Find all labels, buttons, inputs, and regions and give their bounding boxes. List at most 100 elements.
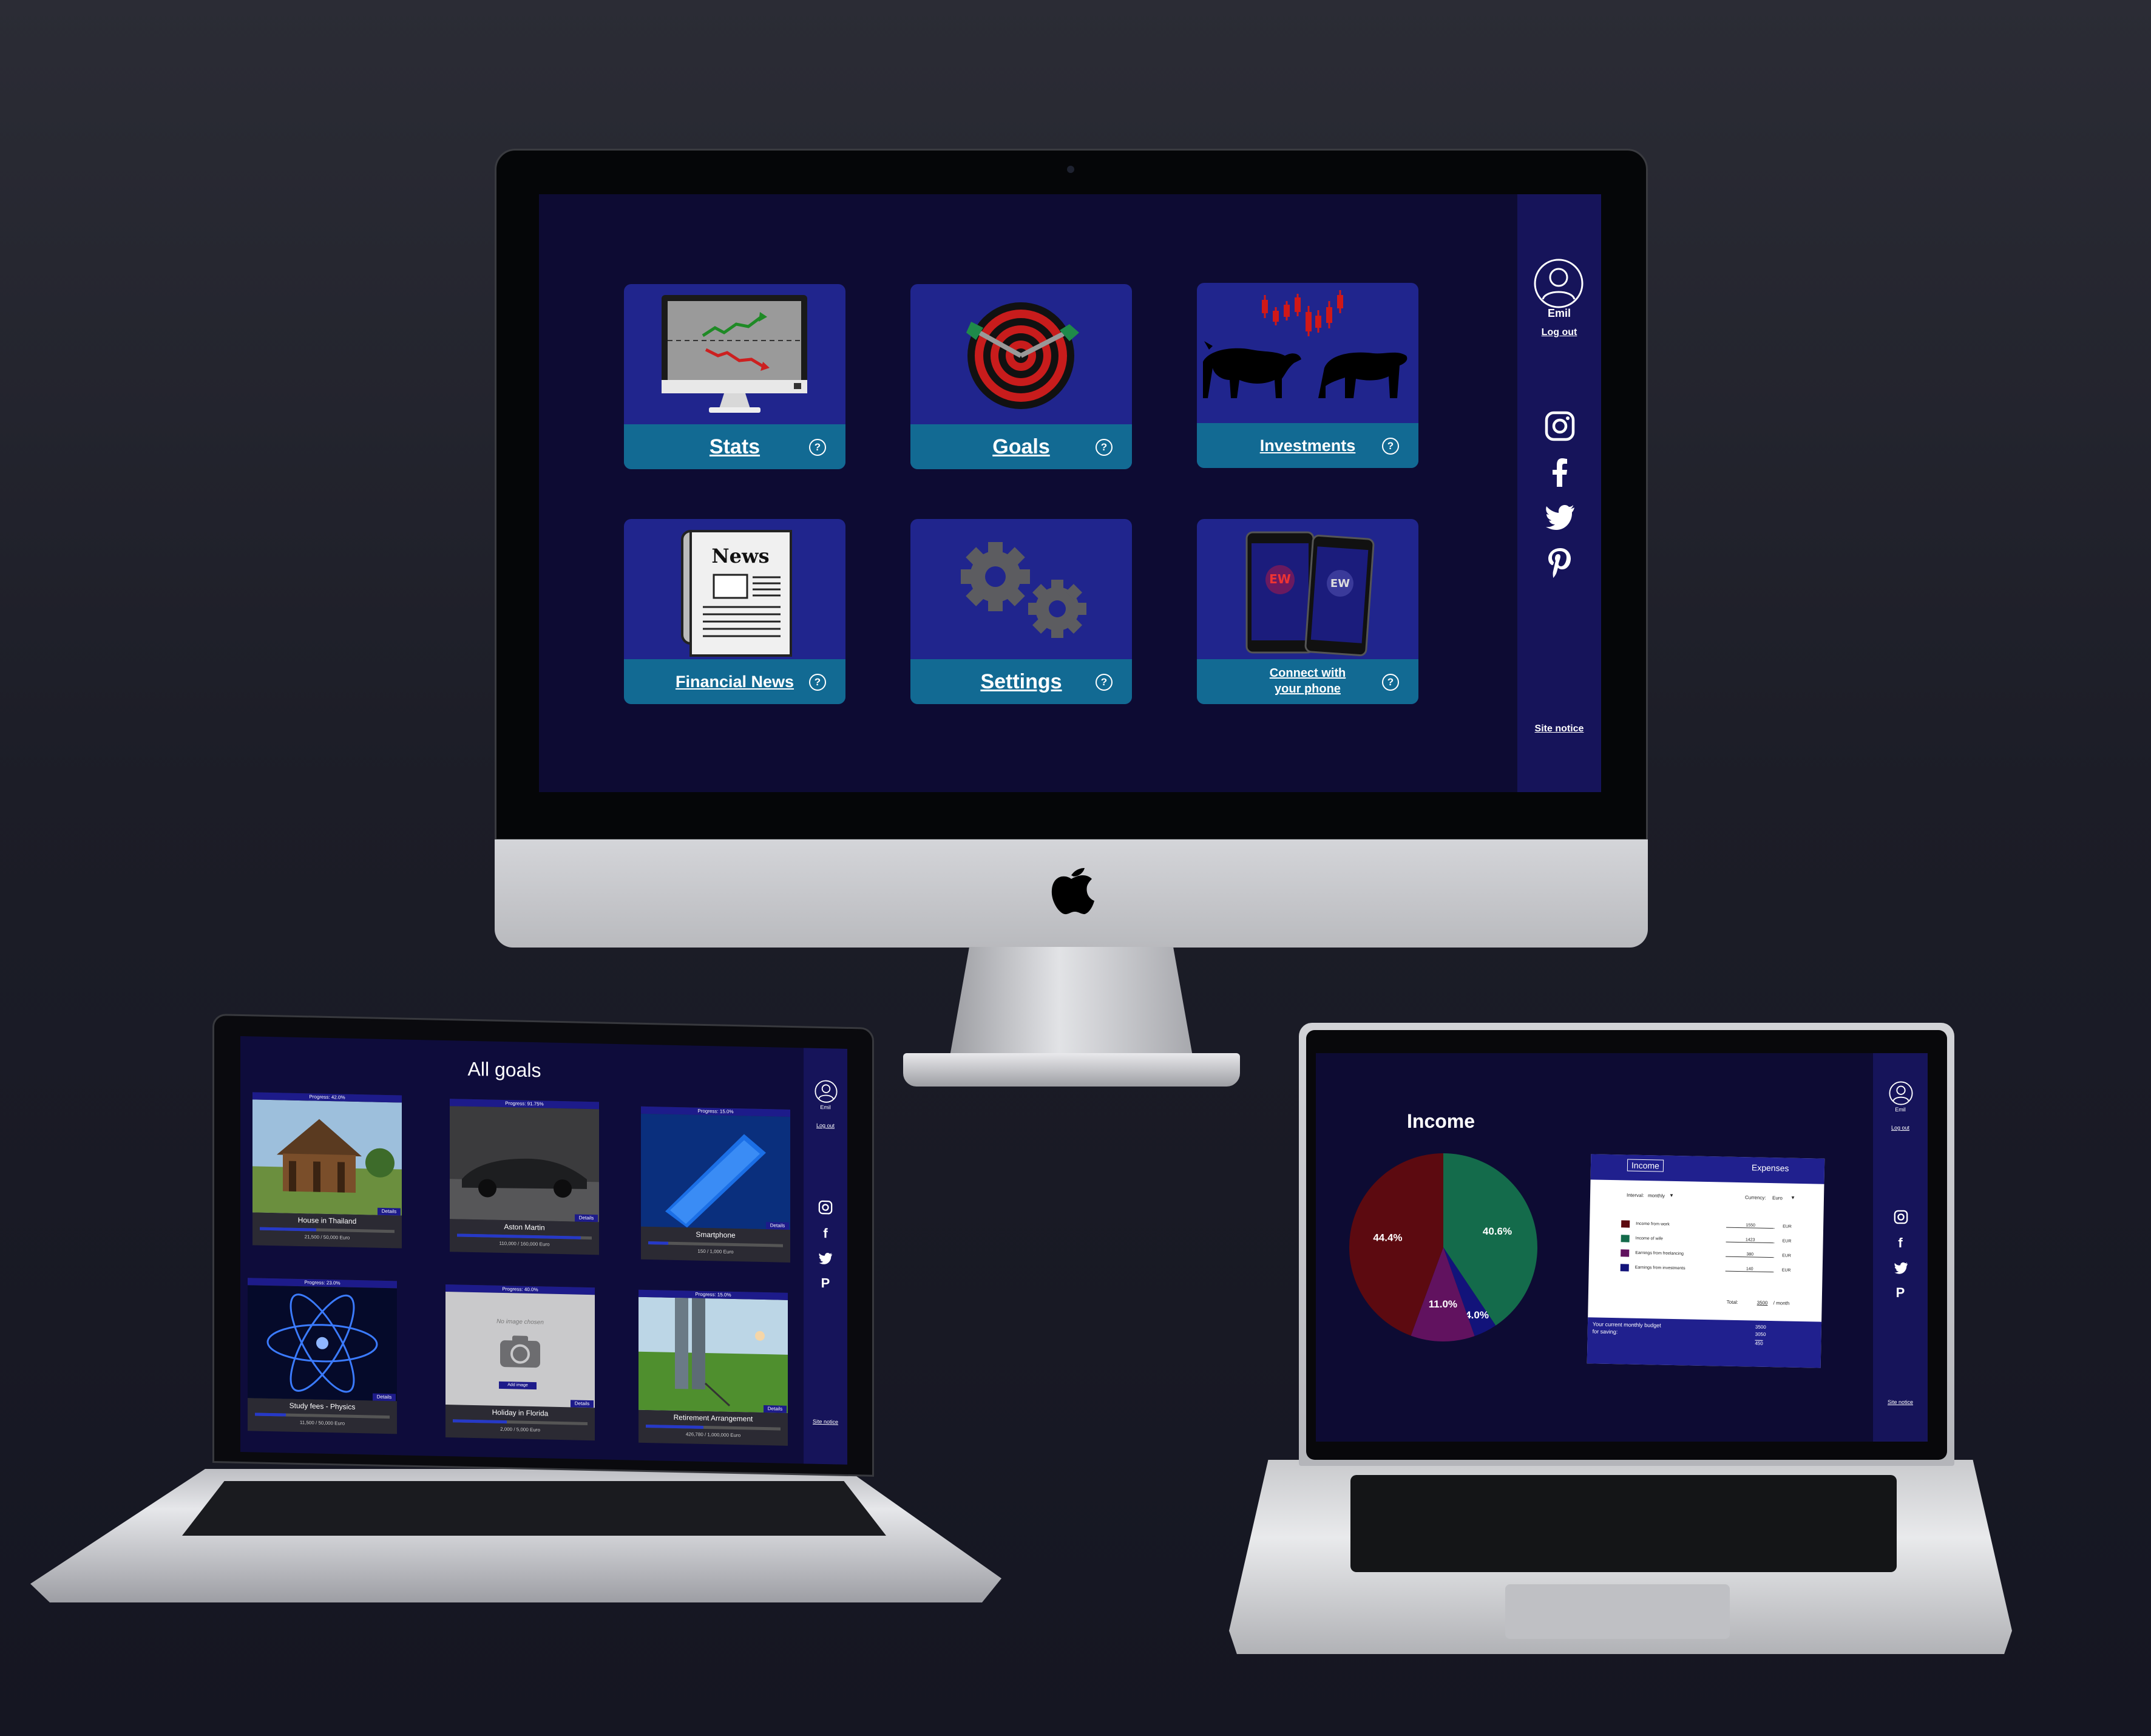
user-avatar-icon[interactable]	[815, 1080, 838, 1104]
tile-financial-news[interactable]: News Financial News ?	[624, 519, 845, 704]
currency-select[interactable]: Euro	[1772, 1195, 1783, 1201]
news-word: News	[711, 544, 769, 568]
twitter-icon[interactable]	[1894, 1261, 1908, 1275]
instagram-icon[interactable]	[1544, 410, 1576, 442]
row-currency: EUR	[1782, 1253, 1792, 1258]
row-currency: EUR	[1781, 1268, 1791, 1273]
row-name: Earnings from investments	[1634, 1265, 1685, 1271]
site-notice-link[interactable]: Site notice	[804, 1418, 847, 1425]
help-icon[interactable]: ?	[809, 439, 826, 456]
help-icon[interactable]: ?	[1382, 674, 1399, 691]
facebook-icon[interactable]: f	[804, 1225, 847, 1242]
bull-bear-icon	[1203, 290, 1407, 398]
tile-settings[interactable]: Settings ?	[910, 519, 1132, 704]
goal-amount: 2,000 / 5,000 Euro	[500, 1426, 540, 1433]
add-image-button[interactable]: Add image	[499, 1381, 537, 1390]
goal-card[interactable]: Progress: 15.0% Details Retirement Arran…	[639, 1289, 788, 1446]
details-button[interactable]: Details	[764, 1405, 787, 1413]
tile-bar: Goals ?	[910, 424, 1132, 469]
tile-investments[interactable]: Investments ?	[1197, 283, 1418, 468]
row-amount-field[interactable]: 1550	[1726, 1222, 1775, 1229]
logout-link[interactable]: Log out	[1517, 327, 1601, 338]
twitter-icon[interactable]	[1544, 501, 1576, 533]
row-color-swatch	[1621, 1249, 1630, 1257]
details-button[interactable]: Details	[571, 1400, 594, 1408]
panel-header: Income Expenses	[1590, 1154, 1825, 1184]
tile-goals[interactable]: Goals ?	[910, 284, 1132, 469]
laptop-trackpad	[1505, 1584, 1730, 1639]
imac-screen: Stats ? Goals ? Investments ? News Finan…	[539, 194, 1601, 792]
row-color-swatch	[1621, 1235, 1630, 1243]
tab-expenses[interactable]: Expenses	[1752, 1162, 1789, 1173]
goal-name: Holiday in Florida	[492, 1408, 549, 1418]
tile-bar: Investments ?	[1197, 423, 1418, 468]
user-name: Emil	[1895, 1107, 1906, 1113]
budget-value-3: 450	[1755, 1340, 1763, 1346]
goal-amount: 21,500 / 50,000 Euro	[304, 1234, 350, 1241]
goal-card[interactable]: Progress: 91.75% Details Aston Martin 11…	[450, 1099, 599, 1255]
instagram-icon[interactable]	[818, 1200, 833, 1215]
facebook-icon[interactable]: f	[1873, 1235, 1928, 1251]
goal-card[interactable]: Progress: 42.0% Details House in Thailan…	[252, 1092, 402, 1249]
income-panel: Income Expenses Interval: monthly ▼ Curr…	[1587, 1154, 1825, 1368]
progress-bar	[648, 1241, 783, 1247]
user-avatar-icon[interactable]	[1889, 1081, 1913, 1105]
progress-bar	[453, 1419, 588, 1425]
tile-label[interactable]: Connect with your phone	[1228, 665, 1387, 697]
total-unit: / month	[1773, 1300, 1790, 1306]
goal-image-atom	[248, 1285, 397, 1402]
pie-slice-label: 44.4%	[1373, 1232, 1402, 1244]
currency-label: Currency:	[1744, 1195, 1766, 1201]
tile-bar: Settings ?	[910, 659, 1132, 704]
tab-income[interactable]: Income	[1627, 1159, 1664, 1172]
row-amount-field[interactable]: 140	[1725, 1266, 1774, 1273]
row-name: Earnings from freelancing	[1635, 1250, 1684, 1256]
tile-connect-phone[interactable]: EW EW Connect with your phone ?	[1197, 519, 1418, 704]
facebook-icon[interactable]	[1544, 456, 1576, 488]
monitor-chart-icon	[662, 295, 807, 413]
income-pie-chart: 40.6% 4.0% 11.0% 44.4%	[1349, 1153, 1537, 1341]
help-icon[interactable]: ?	[1096, 674, 1113, 691]
details-button[interactable]: Details	[766, 1222, 789, 1230]
pinterest-icon[interactable]	[1544, 546, 1576, 578]
pinterest-icon[interactable]: P	[1873, 1285, 1928, 1301]
tile-bar: Stats ?	[624, 424, 845, 469]
laptop-keyboard	[1350, 1475, 1897, 1572]
goal-name: House in Thailand	[297, 1215, 357, 1226]
help-icon[interactable]: ?	[1382, 438, 1399, 455]
goal-amount: 426,780 / 1,000,000 Euro	[685, 1431, 741, 1439]
tile-stats[interactable]: Stats ?	[624, 284, 845, 469]
details-button[interactable]: Details	[575, 1214, 598, 1222]
pinterest-icon[interactable]: P	[804, 1275, 847, 1292]
logout-link[interactable]: Log out	[804, 1122, 847, 1129]
twitter-icon[interactable]	[818, 1251, 833, 1266]
progress-bar	[457, 1233, 592, 1240]
camera-icon	[500, 1335, 540, 1368]
chevron-down-icon[interactable]: ▼	[1790, 1195, 1795, 1201]
help-icon[interactable]: ?	[809, 674, 826, 691]
goal-name: Retirement Arrangement	[673, 1412, 753, 1423]
goals-screen: All goals Progress: 42.0% Details House …	[240, 1036, 847, 1465]
sidebar: Emil Log out f P Site notice	[1873, 1053, 1928, 1442]
row-amount-field[interactable]: 1423	[1726, 1237, 1775, 1244]
apple-logo-icon	[1051, 868, 1094, 915]
laptop-goals: All goals Progress: 42.0% Details House …	[212, 1014, 874, 1501]
progress-bar	[646, 1424, 781, 1431]
row-amount-field[interactable]: 380	[1726, 1252, 1775, 1258]
logout-link[interactable]: Log out	[1873, 1125, 1928, 1131]
details-button[interactable]: Details	[373, 1393, 396, 1402]
site-notice-link[interactable]: Site notice	[1517, 724, 1601, 734]
instagram-icon[interactable]	[1894, 1210, 1908, 1224]
budget-footer: Your current monthly budget for saving: …	[1587, 1317, 1822, 1368]
goal-card[interactable]: Progress: 23.0% Details Study fees - Phy…	[248, 1278, 397, 1434]
imac-stand	[950, 947, 1193, 1056]
interval-select[interactable]: monthly	[1648, 1193, 1665, 1199]
user-avatar-icon[interactable]	[1533, 258, 1584, 309]
goal-card[interactable]: Progress: 15.0% Details Smartphone 150 /…	[641, 1106, 790, 1263]
pie-slice-label: 11.0%	[1429, 1298, 1457, 1310]
chevron-down-icon[interactable]: ▼	[1669, 1193, 1674, 1198]
help-icon[interactable]: ?	[1096, 439, 1113, 456]
details-button[interactable]: Details	[378, 1207, 401, 1216]
site-notice-link[interactable]: Site notice	[1873, 1399, 1928, 1405]
goal-card[interactable]: Progress: 40.0% No image chosen Add imag…	[445, 1284, 595, 1441]
